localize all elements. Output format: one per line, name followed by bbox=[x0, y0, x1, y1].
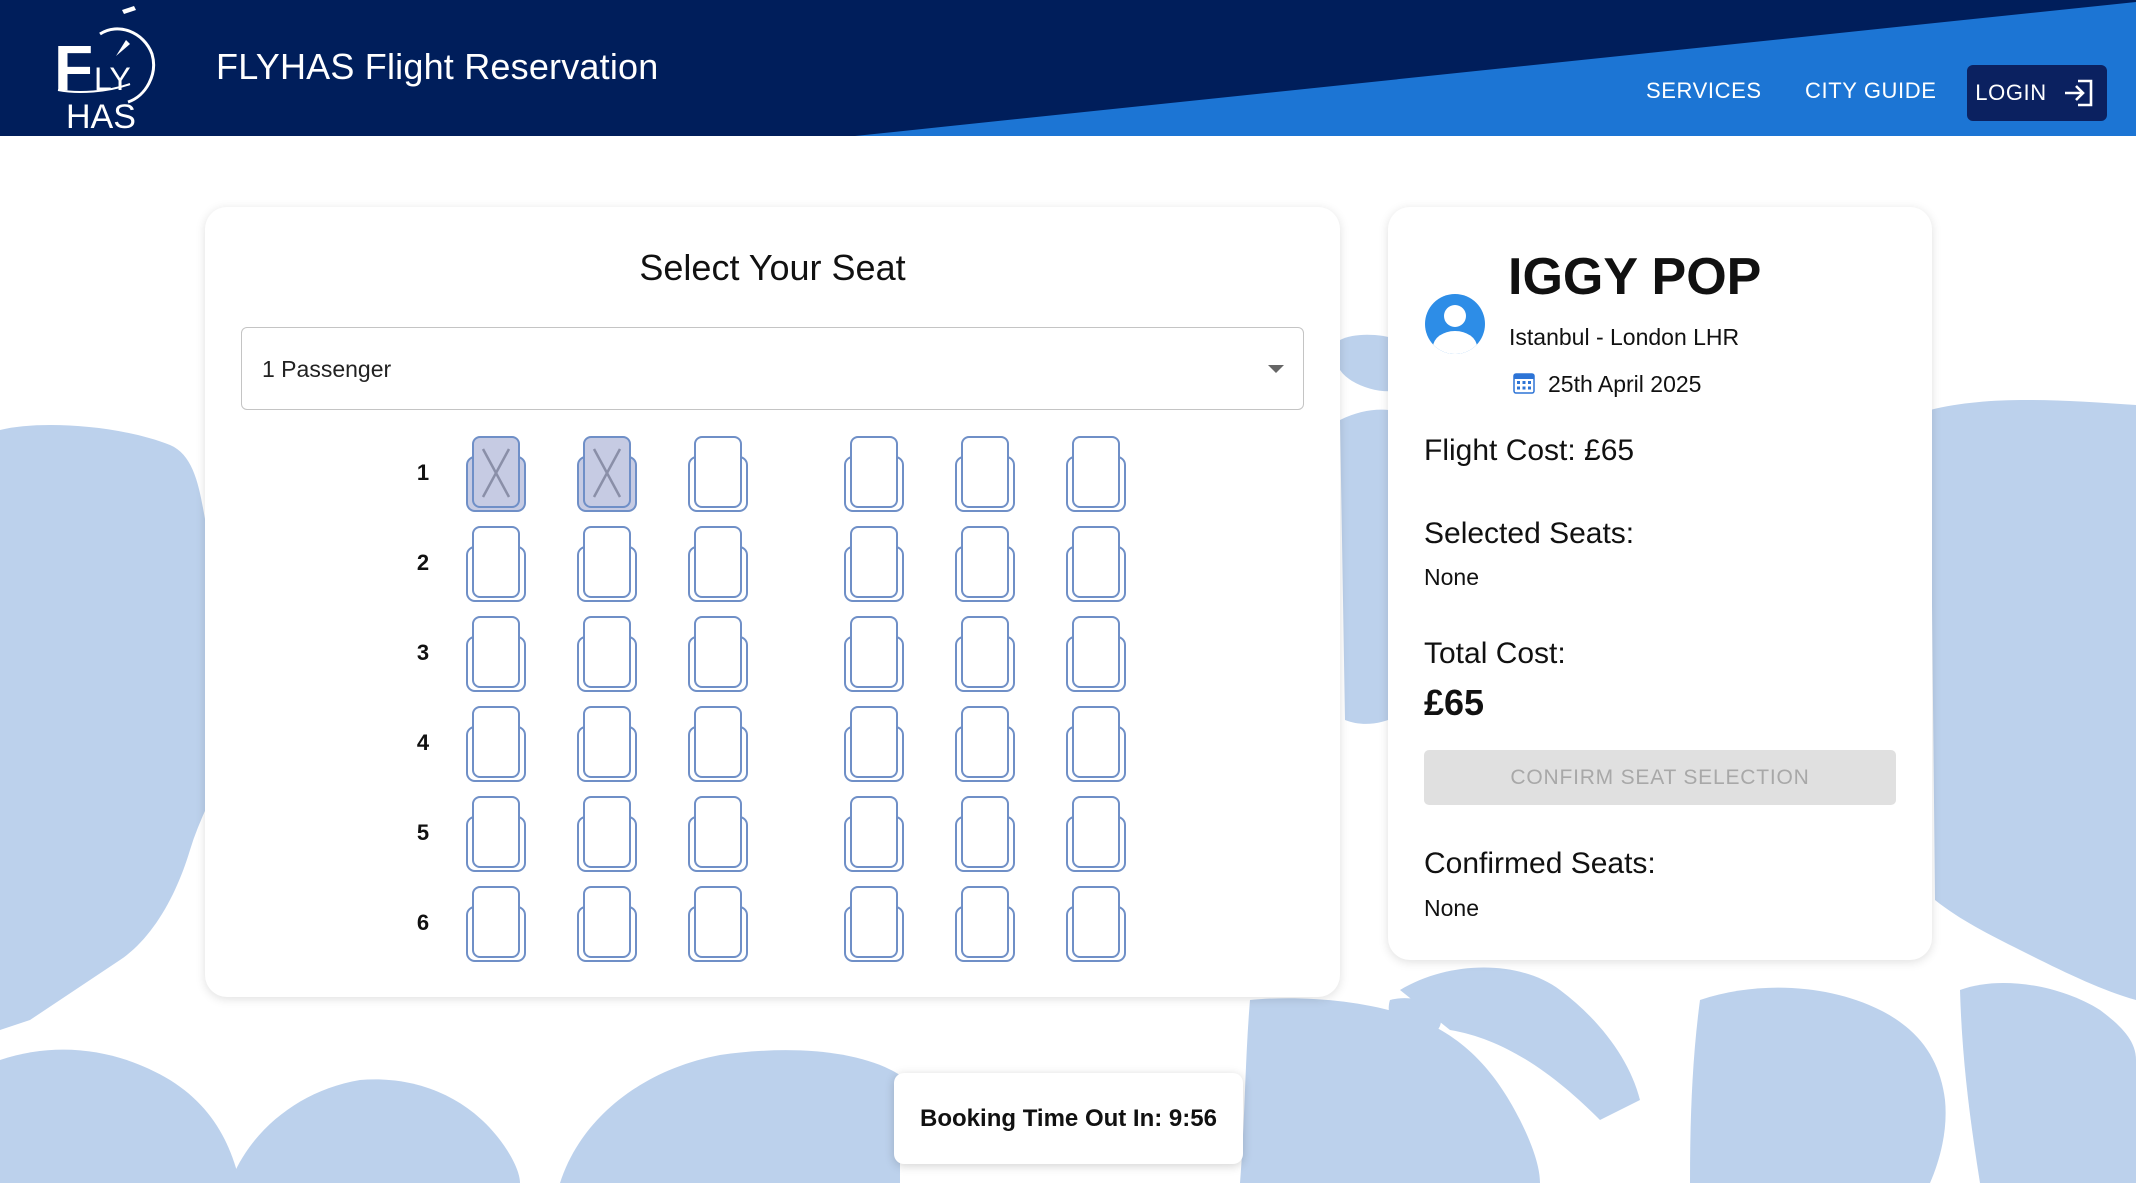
seat-available[interactable] bbox=[954, 885, 1016, 963]
calendar-icon bbox=[1513, 373, 1535, 394]
seat-occupied bbox=[465, 435, 527, 513]
seat-available[interactable] bbox=[843, 705, 905, 783]
dropdown-arrow-icon bbox=[1268, 365, 1284, 373]
seat-available[interactable] bbox=[1065, 435, 1127, 513]
row-label: 6 bbox=[416, 910, 430, 935]
seat-available[interactable] bbox=[465, 615, 527, 693]
nav-city-guide[interactable]: CITY GUIDE bbox=[1805, 78, 1937, 104]
flight-date: 25th April 2025 bbox=[1548, 371, 1702, 397]
booking-timeout-timer: Booking Time Out In: 9:56 bbox=[894, 1073, 1243, 1164]
seat-available[interactable] bbox=[954, 795, 1016, 873]
seat-available[interactable] bbox=[576, 525, 638, 603]
svg-text:LY: LY bbox=[94, 61, 131, 97]
seat-available[interactable] bbox=[843, 525, 905, 603]
seat-available[interactable] bbox=[465, 705, 527, 783]
flight-cost: Flight Cost: £65 bbox=[1424, 434, 1635, 467]
seat-available[interactable] bbox=[1065, 705, 1127, 783]
seat-available[interactable] bbox=[465, 525, 527, 603]
seat-card-title: Select Your Seat bbox=[639, 247, 906, 288]
passenger-count-select[interactable]: 1 Passenger bbox=[241, 327, 1304, 410]
seat-occupied bbox=[576, 435, 638, 513]
seat-available[interactable] bbox=[576, 705, 638, 783]
total-cost-label: Total Cost: bbox=[1424, 637, 1566, 670]
seat-available[interactable] bbox=[687, 615, 749, 693]
seat-available[interactable] bbox=[954, 615, 1016, 693]
total-cost-value: £65 bbox=[1424, 682, 1485, 723]
login-icon bbox=[2064, 79, 2093, 107]
booking-summary-card: IGGY POP Istanbul - London LHR 25th Apri… bbox=[1388, 207, 1932, 960]
seat-available[interactable] bbox=[687, 435, 749, 513]
nav-services[interactable]: SERVICES bbox=[1646, 78, 1762, 104]
seat-available[interactable] bbox=[576, 885, 638, 963]
svg-text:F: F bbox=[54, 32, 93, 104]
seat-available[interactable] bbox=[1065, 525, 1127, 603]
seat-available[interactable] bbox=[954, 525, 1016, 603]
seat-available[interactable] bbox=[954, 435, 1016, 513]
seat-available[interactable] bbox=[843, 795, 905, 873]
selected-seats-value: None bbox=[1424, 564, 1479, 590]
selected-seats-label: Selected Seats: bbox=[1424, 517, 1635, 550]
row-label: 4 bbox=[416, 730, 430, 755]
seat-available[interactable] bbox=[1065, 795, 1127, 873]
seat-available[interactable] bbox=[576, 615, 638, 693]
flight-route: Istanbul - London LHR bbox=[1509, 324, 1740, 350]
row-label: 2 bbox=[416, 550, 430, 575]
app-header: F LY HAS FLYHAS Flight Reservation SERVI… bbox=[0, 0, 2136, 136]
seat-available[interactable] bbox=[1065, 885, 1127, 963]
seat-available[interactable] bbox=[465, 795, 527, 873]
seat-available[interactable] bbox=[843, 435, 905, 513]
seat-available[interactable] bbox=[687, 885, 749, 963]
passenger-name: IGGY POP bbox=[1508, 248, 1762, 306]
confirmed-seats-value: None bbox=[1424, 895, 1479, 921]
flyhas-logo[interactable]: F LY HAS bbox=[48, 4, 166, 132]
login-label: LOGIN bbox=[1975, 80, 2047, 105]
row-label: 5 bbox=[416, 820, 430, 845]
confirmed-seats-label: Confirmed Seats: bbox=[1424, 847, 1656, 880]
seat-available[interactable] bbox=[576, 795, 638, 873]
user-avatar-icon bbox=[1425, 294, 1485, 354]
seat-selection-card: Select Your Seat 1 Passenger 1 2 3 4 5 6 bbox=[205, 207, 1340, 997]
seat-available[interactable] bbox=[687, 795, 749, 873]
seat-available[interactable] bbox=[465, 885, 527, 963]
passenger-count-value: 1 Passenger bbox=[262, 356, 392, 382]
row-label: 3 bbox=[416, 640, 430, 665]
seat-available[interactable] bbox=[687, 525, 749, 603]
seat-available[interactable] bbox=[843, 615, 905, 693]
seat-available[interactable] bbox=[843, 885, 905, 963]
svg-text:HAS: HAS bbox=[66, 98, 136, 132]
seat-available[interactable] bbox=[687, 705, 749, 783]
row-label: 1 bbox=[416, 460, 430, 485]
login-button[interactable]: LOGIN bbox=[1967, 65, 2107, 121]
confirm-seat-selection-button[interactable]: CONFIRM SEAT SELECTION bbox=[1424, 750, 1896, 805]
seat-available[interactable] bbox=[954, 705, 1016, 783]
app-title: FLYHAS Flight Reservation bbox=[216, 46, 659, 87]
seat-available[interactable] bbox=[1065, 615, 1127, 693]
